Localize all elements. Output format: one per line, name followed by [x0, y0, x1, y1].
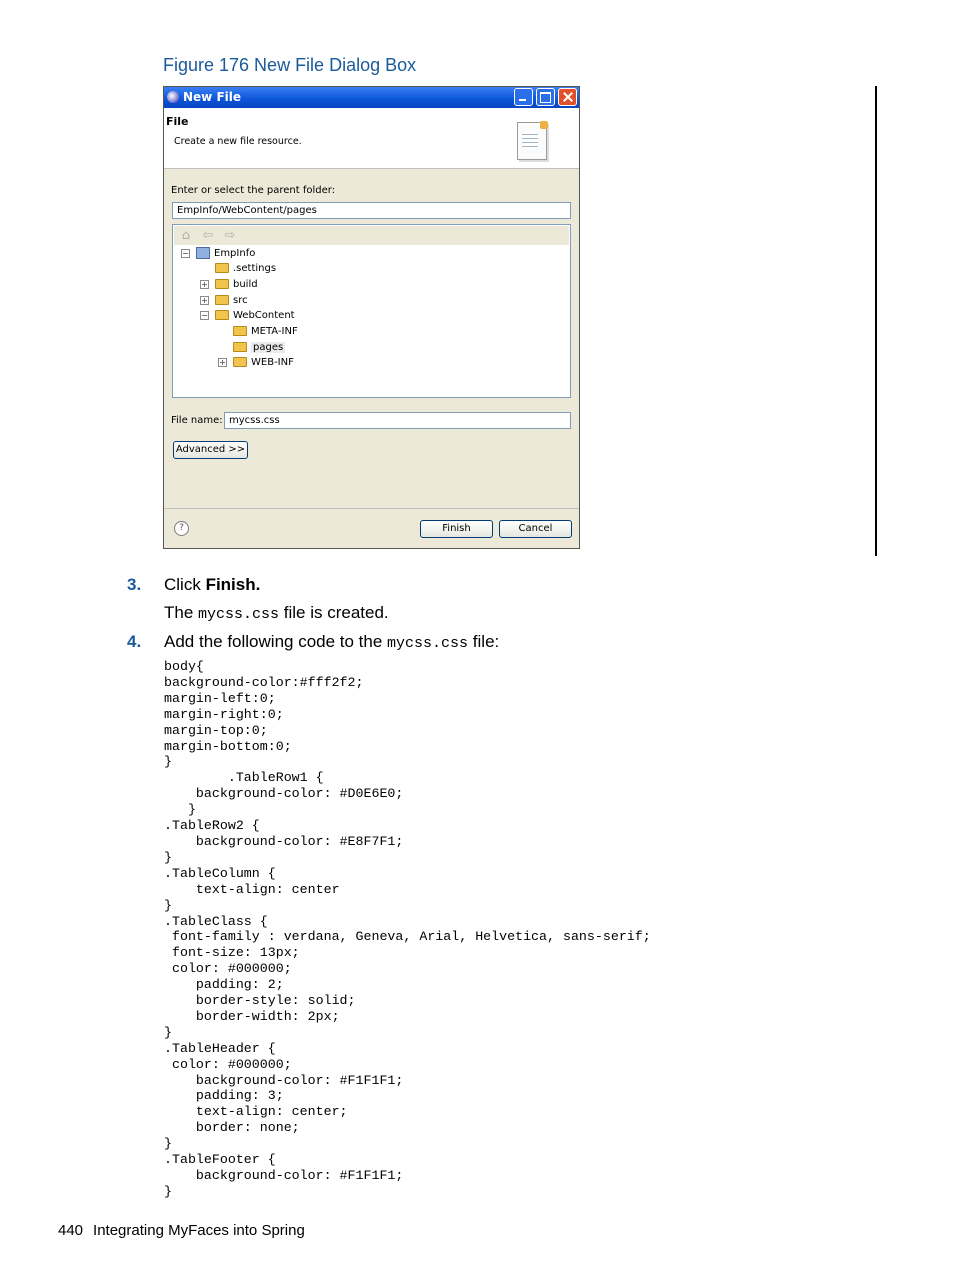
cancel-button[interactable]: Cancel: [499, 520, 572, 538]
maximize-button[interactable]: [536, 88, 555, 106]
advanced-button[interactable]: Advanced >>: [173, 441, 248, 459]
tree-item-label: WEB-INF: [251, 357, 294, 368]
dialog-titlebar[interactable]: New File: [164, 87, 579, 108]
dialog-divider: [164, 508, 579, 509]
tree-item-label: META-INF: [251, 326, 298, 337]
step-text: Add the following code to the mycss.css …: [164, 632, 499, 652]
result-code: mycss.css: [198, 606, 280, 623]
folder-icon: [215, 295, 229, 305]
tree-item-label: src: [233, 295, 248, 306]
tree-item-build[interactable]: + build: [200, 277, 258, 293]
figure-caption: Figure 176 New File Dialog Box: [163, 55, 417, 75]
change-bar: [875, 86, 877, 556]
step-text-pre: Click: [164, 575, 206, 594]
parent-folder-input[interactable]: EmpInfo/WebContent/pages: [172, 202, 571, 219]
page-footer: 440 Integrating MyFaces into Spring: [58, 1222, 305, 1239]
tree-item-pages[interactable]: pages: [233, 340, 286, 356]
tree-item-web-inf[interactable]: + WEB-INF: [218, 355, 294, 371]
result-text-post: file is created.: [279, 603, 389, 622]
expand-icon[interactable]: +: [200, 279, 209, 289]
eclipse-icon: [167, 91, 179, 103]
forward-arrow-icon[interactable]: ⇨: [223, 229, 237, 243]
wizard-header-title: File: [166, 115, 189, 128]
tree-item-empinfo[interactable]: − EmpInfo: [181, 246, 255, 262]
project-icon: [196, 247, 210, 259]
close-button[interactable]: [558, 88, 577, 106]
folder-tree[interactable]: ⌂ ⇦ ⇨ − EmpInfo .settings + build + src − We…: [172, 224, 571, 398]
open-folder-icon: [233, 342, 247, 352]
tree-toolbar: ⌂ ⇦ ⇨: [174, 226, 569, 245]
file-name-input[interactable]: mycss.css: [224, 412, 571, 429]
step-text-bold: Finish.: [205, 575, 261, 594]
footer-section-title: Integrating MyFaces into Spring: [93, 1222, 305, 1239]
expand-icon[interactable]: +: [200, 295, 209, 305]
new-file-dialog: New File File Create a new file resource…: [163, 86, 580, 549]
folder-icon: [233, 326, 247, 336]
dialog-title: New File: [183, 90, 242, 104]
wizard-header-description: Create a new file resource.: [174, 136, 302, 147]
step-3-result: The mycss.css file is created.: [164, 603, 389, 623]
tree-item-label: WebContent: [233, 310, 295, 321]
new-file-banner-icon: [517, 121, 548, 160]
finish-button[interactable]: Finish: [420, 520, 493, 538]
page-number: 440: [58, 1222, 84, 1239]
folder-icon: [233, 357, 247, 367]
help-icon[interactable]: ?: [174, 521, 189, 536]
expand-icon[interactable]: +: [218, 357, 227, 367]
step-text-post: file:: [468, 632, 500, 651]
tree-item-label: EmpInfo: [214, 248, 256, 259]
collapse-icon[interactable]: −: [181, 248, 190, 258]
collapse-icon[interactable]: −: [200, 310, 209, 320]
step-text-pre: Add the following code to the: [164, 632, 388, 651]
home-icon[interactable]: ⌂: [179, 229, 193, 243]
step-number: 3.: [127, 575, 142, 594]
back-arrow-icon[interactable]: ⇦: [201, 229, 215, 243]
step-text: Click Finish.: [164, 575, 260, 595]
css-code-block: body{ background-color:#fff2f2; margin-l…: [164, 659, 651, 1199]
folder-icon: [215, 263, 229, 273]
result-text-pre: The: [164, 603, 199, 622]
folder-icon: [215, 279, 229, 289]
tree-item-webcontent[interactable]: − WebContent: [200, 308, 295, 324]
file-name-label: File name:: [171, 415, 223, 426]
wizard-header: File Create a new file resource.: [164, 108, 579, 169]
step-text-code: mycss.css: [387, 635, 469, 652]
folder-icon: [215, 310, 229, 320]
tree-item-meta-inf[interactable]: META-INF: [233, 324, 298, 340]
tree-item-label: pages: [251, 342, 286, 353]
tree-item-settings[interactable]: .settings: [215, 261, 276, 277]
tree-item-src[interactable]: + src: [200, 293, 248, 309]
tree-item-label: build: [233, 279, 258, 290]
step-number: 4.: [127, 632, 142, 651]
tree-item-label: .settings: [233, 263, 277, 274]
minimize-button[interactable]: [514, 88, 533, 106]
parent-folder-label: Enter or select the parent folder:: [171, 185, 336, 196]
